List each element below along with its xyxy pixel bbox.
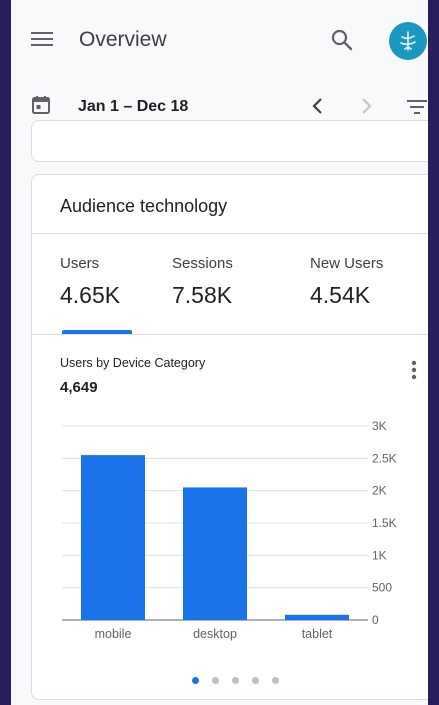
y-tick-label: 1.5K — [372, 516, 397, 530]
pagination-dot[interactable] — [212, 677, 219, 684]
pagination-dot[interactable] — [192, 677, 199, 684]
metric-label: New Users — [310, 255, 384, 272]
metric-tab-sessions[interactable]: Sessions 7.58K — [172, 255, 233, 309]
filter-icon[interactable] — [407, 98, 428, 116]
pagination-dot[interactable] — [272, 677, 279, 684]
menu-icon[interactable] — [31, 30, 53, 48]
card-title: Audience technology — [60, 196, 228, 216]
y-tick-label: 500 — [372, 581, 392, 595]
more-vert-icon[interactable] — [406, 357, 422, 383]
pagination-dot[interactable] — [232, 677, 239, 684]
avatar[interactable] — [389, 22, 427, 60]
metric-tab-users[interactable]: Users 4.65K — [60, 255, 120, 309]
search-icon[interactable] — [329, 27, 355, 53]
metric-tab-new-users[interactable]: New Users 4.54K — [310, 255, 383, 309]
metric-value: 4.65K — [60, 282, 121, 308]
y-tick-label: 2.5K — [372, 451, 397, 465]
x-tick-label: mobile — [95, 627, 132, 641]
chart-title: Users by Device Category — [60, 356, 206, 370]
pagination-dot[interactable] — [252, 677, 259, 684]
date-range-label[interactable]: Jan 1 – Dec 18 — [78, 98, 188, 116]
tabs-divider — [32, 334, 428, 335]
avatar-logo-icon — [400, 31, 416, 51]
bar-desktop — [183, 487, 247, 620]
y-tick-label: 2K — [372, 484, 387, 498]
pagination-dots — [192, 671, 292, 689]
bar-mobile — [81, 455, 145, 620]
x-tick-label: desktop — [193, 627, 237, 641]
device-category-bar-chart: 0 500 1K 1.5K 2K 2.5K 3K mobile desktop tablet — [62, 419, 397, 641]
chevron-left-icon[interactable] — [308, 95, 328, 117]
y-tick-label: 0 — [372, 613, 379, 627]
page-title: Overview — [79, 28, 167, 51]
app-screen: Overview Jan 1 – Dec 18 Audience technol… — [11, 0, 428, 705]
chart-total: 4,649 — [60, 379, 98, 396]
audience-technology-card: Audience technology Users 4.65K Sessions… — [31, 174, 428, 700]
metric-value: 7.58K — [172, 282, 233, 308]
card-divider — [32, 233, 428, 234]
bar-tablet — [285, 614, 349, 620]
previous-card — [31, 120, 428, 162]
metric-label: Sessions — [172, 255, 233, 272]
calendar-icon[interactable] — [31, 95, 51, 115]
metric-label: Users — [60, 255, 100, 272]
x-tick-label: tablet — [302, 627, 333, 641]
chevron-right-icon[interactable] — [356, 95, 376, 117]
y-tick-label: 3K — [372, 419, 387, 433]
metric-value: 4.54K — [310, 282, 371, 308]
app-bar: Overview — [11, 0, 428, 80]
y-tick-label: 1K — [372, 548, 387, 562]
